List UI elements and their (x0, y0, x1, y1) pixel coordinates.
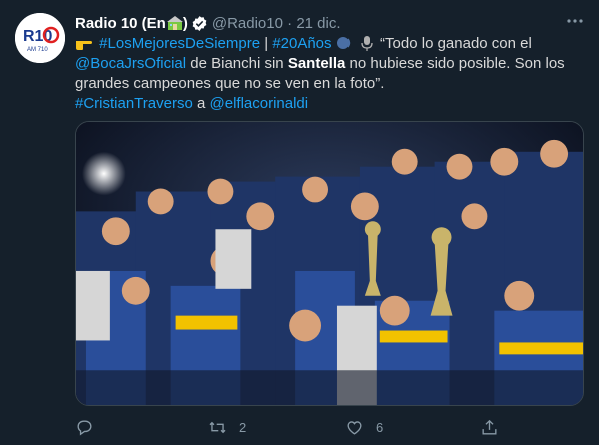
tweet-text: #LosMejoresDeSiempre | #20Años “Todo lo … (75, 34, 585, 114)
avatar-logo-subtext: AM 710 (27, 47, 48, 53)
avatar[interactable]: R10 AM 710 (15, 13, 65, 63)
hashtag-losmejoresdesiempre[interactable]: #LosMejoresDeSiempre (99, 35, 260, 52)
house-emoji-icon (166, 16, 183, 30)
pipe-separator: | (260, 35, 273, 52)
more-options-icon[interactable] (565, 14, 585, 28)
tweet-photo[interactable] (75, 121, 584, 406)
tweet-date[interactable]: 21 dic. (296, 15, 340, 32)
like-button[interactable]: 6 (345, 415, 383, 439)
microphone-icon (361, 36, 373, 51)
reply-button[interactable] (75, 415, 106, 439)
retweet-button[interactable]: 2 (208, 415, 246, 439)
quote-start: “Todo lo ganado con el (375, 35, 532, 52)
retweet-count: 2 (239, 419, 247, 435)
bold-name-santella: Santella (287, 55, 346, 72)
tweet-actions: 2 6 (75, 415, 515, 439)
handle[interactable]: @Radio10 (212, 15, 283, 32)
share-button[interactable] (480, 415, 511, 439)
tweet-header: Radio 10 (En ) @Radio10 · 21 dic. (75, 13, 341, 33)
like-count: 6 (376, 419, 384, 435)
like-icon (347, 420, 362, 435)
speaking-head-icon (336, 37, 350, 49)
hashtag-20anos[interactable]: #20Años (272, 35, 331, 52)
mention-elflacorinaldi[interactable]: @elflacorinaldi (210, 95, 309, 112)
display-name-close: ) (182, 14, 188, 32)
pointing-hand-icon (76, 41, 92, 50)
reply-icon (77, 419, 92, 436)
team-celebration-photo (76, 122, 583, 405)
retweet-icon (209, 421, 226, 433)
share-icon (482, 419, 497, 435)
connector-text: a (192, 95, 210, 112)
radio10-logo-icon: R10 AM 710 (15, 13, 65, 63)
display-name[interactable]: Radio 10 (En (75, 15, 166, 32)
verified-badge-icon (192, 15, 207, 31)
hashtag-cristiantraverso[interactable]: #CristianTraverso (75, 95, 193, 112)
tweet[interactable]: R10 AM 710 Radio 10 (En ) @Radio10 · 21 … (0, 0, 599, 445)
separator: · (282, 14, 297, 32)
quote-middle-1: de Bianchi sin (186, 55, 288, 72)
mention-bocajrsoficial[interactable]: @BocaJrsOficial (75, 55, 186, 72)
